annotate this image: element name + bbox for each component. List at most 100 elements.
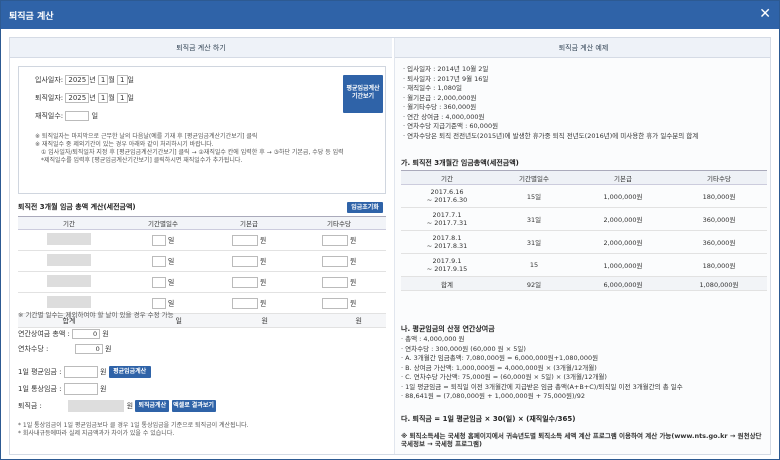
reset-wage-button[interactable]: 임금초기화 xyxy=(347,202,383,213)
unit: 일 xyxy=(167,278,175,286)
period-end: ~ 2017.8.31 xyxy=(426,242,468,250)
sum-days: 92일 xyxy=(493,276,575,291)
example-item: · 재직일수 : 1,080일 xyxy=(403,84,462,92)
date-box: 입사일자: 2025 년 1월 1일 퇴직일자: 2025 년 1월 1일 재직일수… xyxy=(18,66,386,194)
sum-base: 원 xyxy=(206,313,292,328)
vacation-label: 연차수당 : xyxy=(18,345,49,353)
example-header-row: 기간 기간별일수 기본급 기타수당 xyxy=(401,170,767,185)
column-header: 기간별일수 xyxy=(120,216,206,230)
day-unit: 일 xyxy=(127,94,134,102)
example-wage-table: 기간 기간별일수 기본급 기타수당 2017.6.16 ~ 2017.6.30 1… xyxy=(401,170,767,291)
window-title: 퇴직금 계산 xyxy=(9,12,54,22)
days-cell-input[interactable] xyxy=(151,297,166,309)
table-row: 2017.9.1 ~ 2017.9.15 15 1,000,000원 180,00… xyxy=(401,253,767,277)
unit: 원 xyxy=(259,299,267,307)
column-header: 기타수당 xyxy=(671,170,767,185)
bonus-input[interactable]: 0 xyxy=(72,329,101,339)
example-items: · 입사일자 : 2014년 10월 2일 · 퇴사일자 : 2017년 9월 … xyxy=(403,65,698,141)
sum-base: 6,000,000원 xyxy=(575,276,671,291)
example-header: 퇴직금 계산 예제 xyxy=(395,38,770,58)
leave-date-row: 퇴직일자: 2025 년 1월 1일 xyxy=(35,93,134,103)
example-item: · 연간 상여금 : 4,000,000원 xyxy=(403,112,485,121)
allowance-cell: 180,000원 xyxy=(671,184,767,208)
period-start: 2017.8.1 xyxy=(432,234,462,242)
unit: 원 xyxy=(349,257,357,265)
base-pay-input[interactable] xyxy=(231,234,258,246)
days-cell: 15일 xyxy=(493,184,575,208)
wage-section-title: 퇴직전 3개월 임금 총액 계산(세전금액) xyxy=(18,203,136,211)
example-item: · 입사일자 : 2014년 10월 2일 xyxy=(403,65,489,73)
severance-row: 퇴직금 : 원 퇴직금계산 엑셀로 결과보기 xyxy=(18,400,216,412)
entry-date-row: 입사일자: 2025 년 1월 1일 xyxy=(35,75,134,85)
title-bar: 퇴직금 계산 ✕ xyxy=(1,1,779,29)
allowance-input[interactable] xyxy=(321,255,348,267)
vacation-input[interactable]: 0 xyxy=(74,344,103,354)
entry-day-select[interactable]: 1 xyxy=(117,75,128,85)
example-item: · 연차수당 지급기준액 : 60,000원 xyxy=(403,122,499,130)
sum-allowance: 원 xyxy=(292,313,386,328)
days-cell-input[interactable] xyxy=(151,276,166,288)
allowance-cell: 180,000원 xyxy=(671,253,767,277)
calc-item: · 연차수당 : 300,000원 (60,000 원 × 5일) xyxy=(401,344,526,353)
excel-result-button[interactable]: 엑셀로 결과보기 xyxy=(171,400,216,412)
base-pay-input[interactable] xyxy=(231,255,258,267)
period-start: 2017.9.1 xyxy=(432,257,462,265)
average-period-button[interactable]: 평균임금계산 기간보기 xyxy=(343,75,383,113)
month-unit: 월 xyxy=(108,94,115,102)
days-cell: 31일 xyxy=(493,230,575,254)
unit: 원 xyxy=(349,299,357,307)
leave-year-select[interactable]: 2025 xyxy=(65,93,90,103)
severance-calc-button[interactable]: 퇴직금계산 xyxy=(135,400,170,412)
unit: 원 xyxy=(99,385,107,393)
year-unit: 년 xyxy=(89,76,96,84)
entry-month-select[interactable]: 1 xyxy=(97,75,109,85)
wage-header-row: 기간 기간별일수 기본급 기타수당 xyxy=(18,216,386,230)
table-row: 일 원 원 xyxy=(18,250,386,272)
example-item: · 퇴사일자 : 2017년 9월 16일 xyxy=(403,74,489,83)
days-cell-input[interactable] xyxy=(151,255,166,267)
close-icon[interactable]: ✕ xyxy=(759,6,771,22)
column-header: 기타수당 xyxy=(292,216,386,230)
column-header: 기간 xyxy=(401,170,493,185)
calc-item: · 총액 : 4,000,000 원 xyxy=(401,335,465,343)
base-pay-input[interactable] xyxy=(231,276,258,288)
allowance-input[interactable] xyxy=(321,234,348,246)
days-cell-input[interactable] xyxy=(151,234,166,246)
unit: 원 xyxy=(259,236,267,244)
days-row: 재직일수: 일 xyxy=(35,111,98,121)
unit: 원 xyxy=(99,368,107,376)
content-area: 퇴직금 계산 하기 입사일자: 2025 년 1월 1일 퇴직일자: 2025 년 … xyxy=(9,37,771,455)
table-row: 일 원 원 xyxy=(18,229,386,251)
month-unit: 월 xyxy=(108,76,115,84)
normal-input[interactable] xyxy=(63,383,98,395)
unit: 원 xyxy=(259,278,267,286)
column-header: 기간별일수 xyxy=(493,170,575,185)
base-pay-input[interactable] xyxy=(231,297,258,309)
year-unit: 년 xyxy=(89,94,96,102)
allowance-input[interactable] xyxy=(321,297,348,309)
average-calc-button[interactable]: 평균임금계산 xyxy=(108,366,151,378)
footnote: * 1일 통상임금이 1일 평균임금보다 클 경우 1일 통상임금을 기준으로 … xyxy=(18,422,249,429)
base-pay-cell: 1,000,000원 xyxy=(575,184,671,208)
entry-year-select[interactable]: 2025 xyxy=(65,75,90,85)
section-na-title: 나. 평균임금의 산정 연간상여금 xyxy=(401,325,495,333)
average-input[interactable] xyxy=(63,366,98,378)
calculate-header: 퇴직금 계산 하기 xyxy=(10,38,392,58)
example-item: · 연차수당은 퇴직 전전년도(2015년)에 발생한 휴가중 퇴직 전년도(2… xyxy=(403,131,699,140)
average-label: 1일 평균임금 : xyxy=(18,368,62,376)
nts-link-note: ※ 퇴직소득세는 국세청 홈페이지에서 귀속년도별 퇴직소득 세액 계산 프로그… xyxy=(401,432,762,448)
period-cell xyxy=(47,233,91,245)
leave-day-select[interactable]: 1 xyxy=(117,93,128,103)
entry-date-label: 입사일자: xyxy=(35,76,64,84)
period-start: 2017.7.1 xyxy=(432,211,462,219)
allowance-input[interactable] xyxy=(321,276,348,288)
allowance-cell: 360,000원 xyxy=(671,230,767,254)
note-line: ※ 재직일수 중 제외기간이 있는 경우 아래와 같이 처리하시기 바랍니다. xyxy=(35,141,214,148)
days-input[interactable] xyxy=(65,111,90,121)
base-pay-cell: 1,000,000원 xyxy=(575,253,671,277)
column-header: 기간 xyxy=(18,216,120,230)
bonus-row: 연간상여금 총액 : 0 원 xyxy=(18,329,109,339)
unit: 원 xyxy=(126,402,134,410)
leave-month-select[interactable]: 1 xyxy=(97,93,109,103)
calc-item: · 88,641원 = (7,080,000원 + 1,000,000원 + 7… xyxy=(401,392,585,400)
